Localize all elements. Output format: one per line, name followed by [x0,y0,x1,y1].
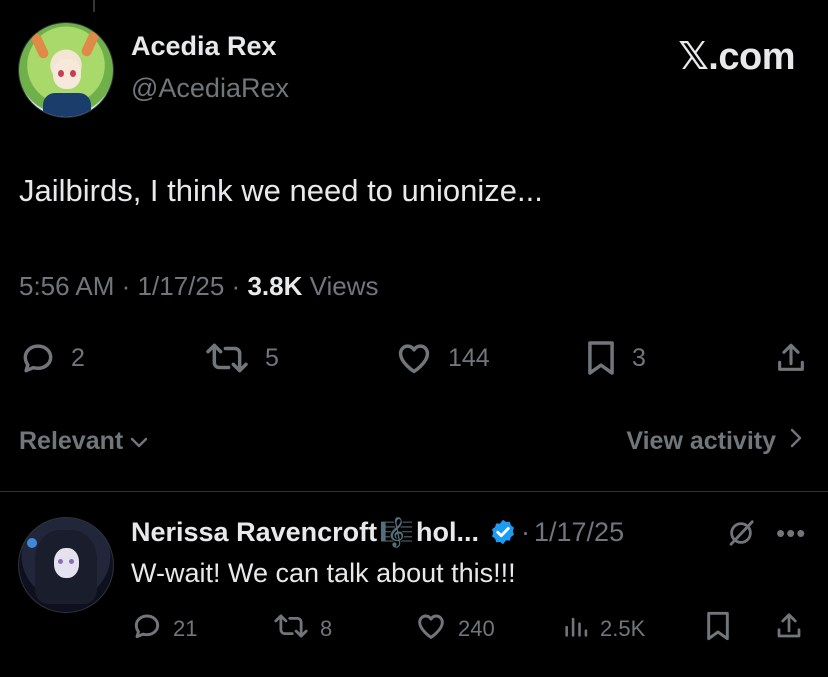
x-logo-brand: 𝕏.com [678,36,795,78]
reply-reply-button[interactable]: 21 [131,612,197,646]
divider [0,491,828,492]
bookmark-icon [704,610,732,648]
reply-author-avatar[interactable] [18,517,114,613]
like-icon [414,610,448,648]
reply-icon [131,610,163,648]
repost-icon [272,610,310,648]
views-label: Views [309,271,379,301]
sort-relevant-dropdown[interactable]: Relevant [19,427,149,456]
sort-label: Relevant [19,427,124,455]
reply-count: 2 [71,343,85,372]
reply-views-button[interactable]: 2.5K [562,612,645,646]
tweet-text: Jailbirds, I think we need to unionize..… [19,173,543,208]
tweet-time[interactable]: 5:56 AM [19,271,114,301]
reply-icon [19,339,57,377]
reply-header: Nerissa Ravencroft 🎼 hol... · 1/17/25 [131,512,624,552]
meta-separator: · [121,271,131,301]
repost-count: 5 [265,343,279,372]
author-handle[interactable]: @AcediaRex [131,73,289,104]
reply-author-name-suffix[interactable]: hol... [416,517,479,548]
author-display-name[interactable]: Acedia Rex [131,31,277,62]
reply-share-button[interactable] [774,612,804,646]
chevron-right-icon [788,427,802,456]
reply-text: W-wait! We can talk about this!!! [131,558,516,588]
reply-repost-count: 8 [320,616,333,641]
tweet-date[interactable]: 1/17/25 [138,271,225,301]
reply-bookmark-button[interactable] [704,610,732,648]
reply-date[interactable]: 1/17/25 [534,517,624,548]
author-avatar[interactable] [18,22,114,118]
music-score-icon: 🎼 [379,516,414,548]
reply-like-count: 240 [458,616,495,641]
reply-separator: · [521,516,530,547]
thread-connector-line [93,0,95,12]
view-activity-label: View activity [626,427,776,455]
reply-repost-button[interactable]: 8 [272,612,332,646]
grok-icon[interactable] [726,518,756,553]
more-icon[interactable]: ••• [776,518,806,549]
repost-button[interactable]: 5 [203,338,279,378]
reply-reply-count: 21 [173,616,198,641]
views-count: 3.8K [247,271,303,301]
share-button[interactable] [774,338,808,378]
verified-badge-icon [489,518,517,546]
reply-button[interactable]: 2 [19,338,85,378]
bookmark-count: 3 [632,343,646,372]
reply-like-button[interactable]: 240 [414,612,495,646]
view-activity-link[interactable]: View activity [626,427,802,456]
reply-views-count: 2.5K [600,616,646,641]
views-icon [562,610,590,648]
share-icon [774,610,804,648]
repost-icon [203,339,251,377]
tweet-meta: 5:56 AM · 1/17/25 · 3.8K Views [19,271,378,302]
share-icon [774,339,808,377]
reply-author-name[interactable]: Nerissa Ravencroft [131,517,377,548]
meta-separator: · [231,271,241,301]
bookmark-button[interactable]: 3 [584,338,646,378]
bookmark-icon [584,339,618,377]
like-button[interactable]: 144 [394,338,490,378]
like-count: 144 [448,343,490,372]
chevron-down-icon [129,427,149,456]
like-icon [394,339,434,377]
